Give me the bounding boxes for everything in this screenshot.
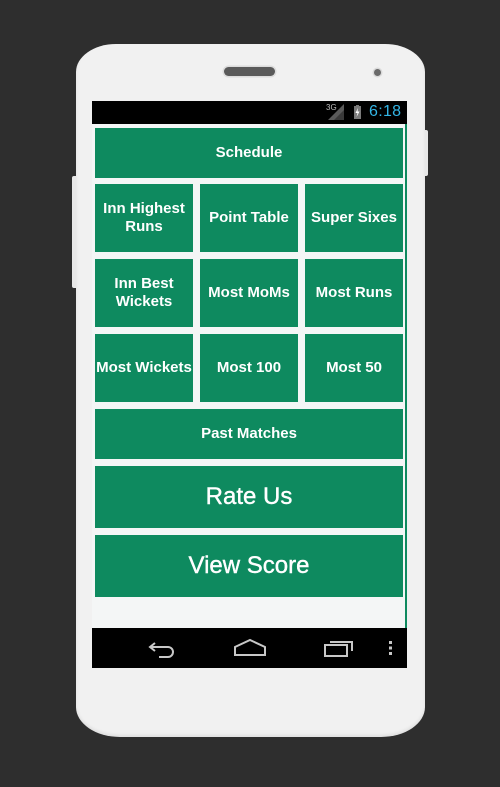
rate-us-button[interactable]: Rate Us bbox=[95, 466, 403, 528]
overflow-menu-icon[interactable] bbox=[388, 641, 394, 655]
home-icon[interactable] bbox=[234, 637, 266, 659]
most-runs-button[interactable]: Most Runs bbox=[305, 259, 403, 327]
schedule-button[interactable]: Schedule bbox=[95, 128, 403, 178]
status-bar: 3G 6:18 bbox=[92, 101, 407, 124]
inn-highest-runs-button[interactable]: Inn Highest Runs bbox=[95, 184, 193, 252]
back-icon[interactable] bbox=[147, 637, 177, 659]
speaker-grille bbox=[224, 67, 275, 76]
super-sixes-button[interactable]: Super Sixes bbox=[305, 184, 403, 252]
inn-best-wickets-button[interactable]: Inn Best Wickets bbox=[95, 259, 193, 327]
phone-screen: 3G 6:18 Schedule Inn Highest Runs Point … bbox=[92, 101, 407, 668]
front-camera bbox=[374, 69, 381, 76]
past-matches-button[interactable]: Past Matches bbox=[95, 409, 403, 459]
most-wickets-button[interactable]: Most Wickets bbox=[95, 334, 193, 402]
most-50-button[interactable]: Most 50 bbox=[305, 334, 403, 402]
recent-apps-icon[interactable] bbox=[324, 637, 354, 659]
status-clock: 6:18 bbox=[369, 103, 402, 120]
most-moms-button[interactable]: Most MoMs bbox=[200, 259, 298, 327]
main-menu: Schedule Inn Highest Runs Point Table Su… bbox=[92, 124, 407, 628]
view-score-button[interactable]: View Score bbox=[95, 535, 403, 597]
point-table-button[interactable]: Point Table bbox=[200, 184, 298, 252]
navigation-bar bbox=[92, 628, 407, 668]
signal-icon bbox=[328, 104, 344, 120]
battery-charging-icon bbox=[354, 105, 361, 119]
most-100-button[interactable]: Most 100 bbox=[200, 334, 298, 402]
